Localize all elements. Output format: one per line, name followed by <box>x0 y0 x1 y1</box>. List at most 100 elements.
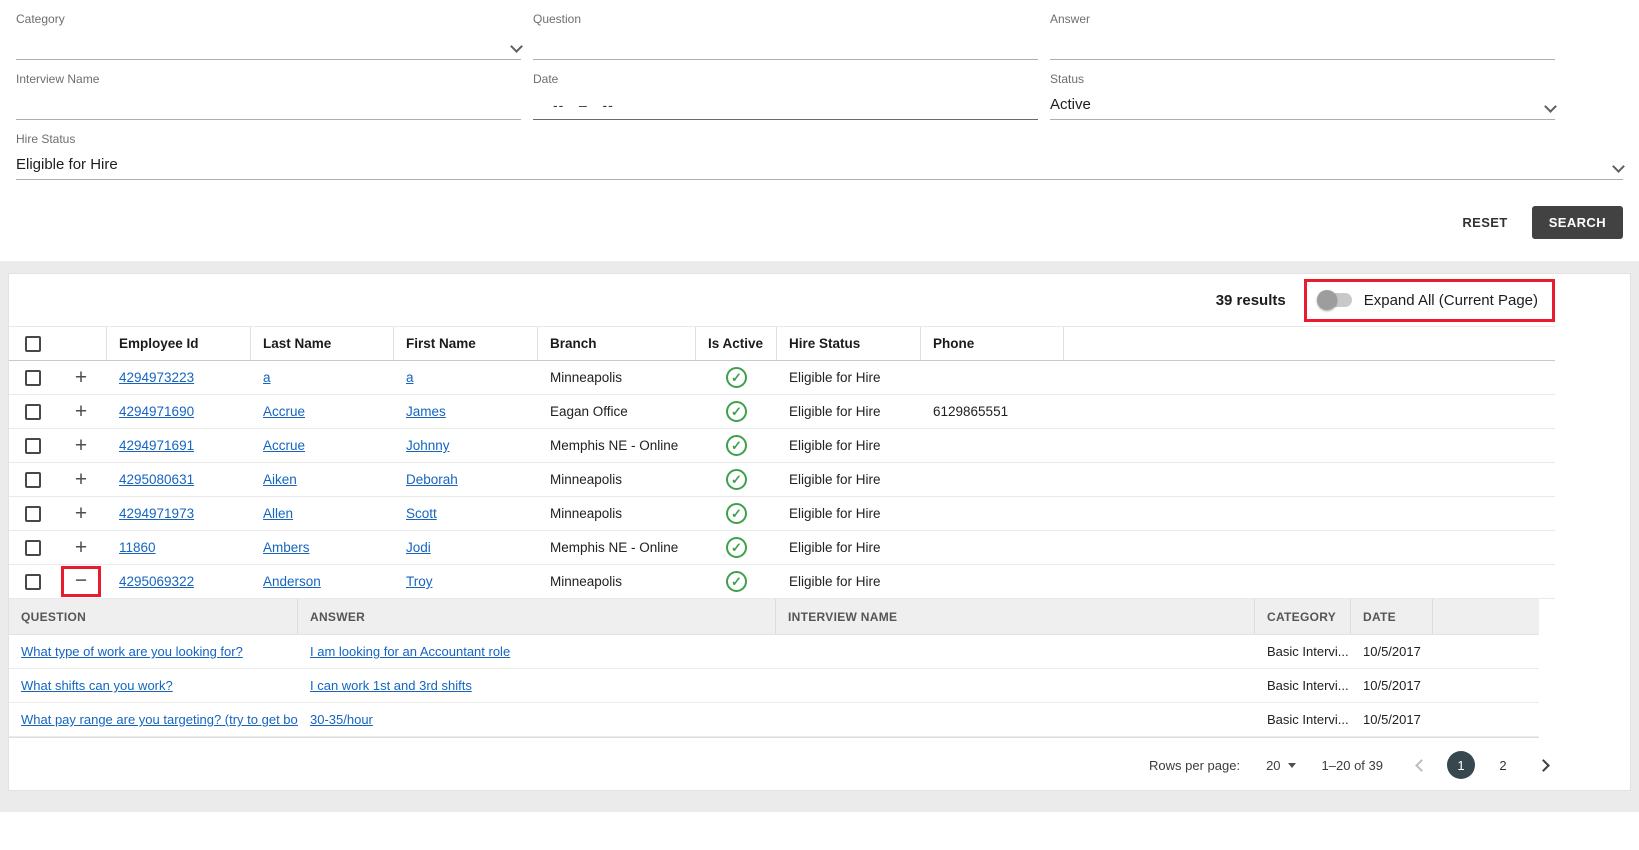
hire-status-field: Hire Status Eligible for Hire <box>16 132 1625 180</box>
employee-id-link[interactable]: 11860 <box>119 540 156 555</box>
table-header-row: Employee Id Last Name First Name Branch … <box>9 326 1555 361</box>
answer-link[interactable]: 30-35/hour <box>310 712 373 727</box>
last-name-link[interactable]: Accrue <box>263 438 305 453</box>
page-2-button[interactable]: 2 <box>1489 751 1517 779</box>
branch-cell: Minneapolis <box>550 506 623 521</box>
first-name-link[interactable]: Scott <box>406 506 437 521</box>
row-checkbox[interactable] <box>25 471 41 488</box>
col-header-first-name: First Name <box>394 327 538 360</box>
last-name-link[interactable]: Accrue <box>263 404 305 419</box>
category-select[interactable] <box>16 28 523 60</box>
interview-name-input[interactable] <box>16 96 521 113</box>
row-checkbox[interactable] <box>25 369 41 386</box>
answer-input[interactable] <box>1050 36 1555 53</box>
employee-id-link[interactable]: 4295069322 <box>119 574 194 589</box>
page-navigation: 1 2 <box>1409 751 1555 779</box>
question-link[interactable]: What shifts can you work? <box>21 678 173 693</box>
branch-cell: Minneapolis <box>550 472 623 487</box>
expand-all-toggle[interactable] <box>1316 290 1352 310</box>
employee-id-link[interactable]: 4294971690 <box>119 404 194 419</box>
results-toolbar: 39 results Expand All (Current Page) <box>9 274 1555 326</box>
first-name-link[interactable]: a <box>406 370 414 385</box>
row-checkbox[interactable] <box>25 437 41 454</box>
first-name-link[interactable]: Troy <box>406 574 433 589</box>
question-link[interactable]: What type of work are you looking for? <box>21 644 243 659</box>
page-range-text: 1–20 of 39 <box>1321 757 1383 773</box>
answer-link[interactable]: I am looking for an Accountant role <box>310 644 510 659</box>
detail-header-row: QUESTION ANSWER INTERVIEW NAME CATEGORY … <box>9 599 1539 635</box>
phone-cell <box>921 497 1064 530</box>
expand-row-button[interactable]: + <box>69 401 93 422</box>
rows-per-page-select[interactable]: 20 <box>1266 757 1296 773</box>
question-input[interactable] <box>533 36 1038 53</box>
branch-cell: Minneapolis <box>550 370 623 385</box>
detail-col-interview-name: INTERVIEW NAME <box>776 599 1255 634</box>
rows-per-page-value: 20 <box>1266 757 1281 773</box>
expand-row-button[interactable]: + <box>69 435 93 456</box>
first-name-link[interactable]: Jodi <box>406 540 431 555</box>
phone-cell <box>921 565 1064 598</box>
expanded-detail-panel: QUESTION ANSWER INTERVIEW NAME CATEGORY … <box>9 599 1539 738</box>
last-name-link[interactable]: Ambers <box>263 540 310 555</box>
row-checkbox[interactable] <box>25 539 41 556</box>
hire-status-value: Eligible for Hire <box>16 156 118 173</box>
question-link[interactable]: What pay range are you targeting? (try t… <box>21 712 298 727</box>
employee-row-expanded: − 4295069322 Anderson Troy Minneapolis ✓… <box>9 565 1555 599</box>
answer-link[interactable]: I can work 1st and 3rd shifts <box>310 678 472 693</box>
page-1-button[interactable]: 1 <box>1447 751 1475 779</box>
hire-status-cell: Eligible for Hire <box>789 506 881 521</box>
chevron-down-icon <box>1544 100 1557 113</box>
row-checkbox[interactable] <box>25 403 41 420</box>
select-all-checkbox[interactable] <box>25 335 41 352</box>
col-header-last-name: Last Name <box>251 327 394 360</box>
expand-row-button[interactable]: + <box>69 469 93 490</box>
employee-id-link[interactable]: 4294973223 <box>119 370 194 385</box>
reset-button[interactable]: RESET <box>1452 207 1517 238</box>
status-label: Status <box>1050 72 1085 86</box>
hire-status-select[interactable]: Eligible for Hire <box>16 148 1625 180</box>
expand-column-header <box>55 327 107 360</box>
expand-row-button[interactable]: + <box>69 367 93 388</box>
employee-id-link[interactable]: 4294971973 <box>119 506 194 521</box>
prev-page-button[interactable] <box>1409 753 1433 777</box>
expand-row-button[interactable]: + <box>69 537 93 558</box>
next-page-button[interactable] <box>1531 753 1555 777</box>
employee-row: + 4294973223 a a Minneapolis ✓ Eligible … <box>9 361 1555 395</box>
status-value: Active <box>1050 96 1091 113</box>
last-name-link[interactable]: Allen <box>263 506 293 521</box>
row-checkbox[interactable] <box>25 573 41 590</box>
last-name-link[interactable]: a <box>263 370 271 385</box>
first-name-link[interactable]: James <box>406 404 446 419</box>
col-header-hire-status: Hire Status <box>777 327 921 360</box>
branch-cell: Memphis NE - Online <box>550 540 679 555</box>
phone-cell: 6129865551 <box>933 404 1009 419</box>
first-name-link[interactable]: Johnny <box>406 438 450 453</box>
page-footer-space <box>0 812 1639 850</box>
collapse-row-button[interactable]: − <box>69 570 93 591</box>
answer-label: Answer <box>1050 12 1091 26</box>
row-checkbox[interactable] <box>25 505 41 522</box>
first-name-link[interactable]: Deborah <box>406 472 458 487</box>
col-header-phone: Phone <box>921 327 1064 360</box>
col-header-employee-id: Employee Id <box>107 327 251 360</box>
chevron-down-icon <box>1612 160 1625 173</box>
detail-col-date: DATE <box>1351 599 1433 634</box>
status-select[interactable]: Active <box>1050 88 1557 120</box>
employee-id-link[interactable]: 4295080631 <box>119 472 194 487</box>
hire-status-cell: Eligible for Hire <box>789 404 881 419</box>
date-input[interactable]: -- – -- <box>533 88 1038 120</box>
status-field: Status Active <box>1050 72 1557 120</box>
hire-status-cell: Eligible for Hire <box>789 438 881 453</box>
active-check-icon: ✓ <box>726 571 747 592</box>
branch-cell: Eagan Office <box>550 404 628 419</box>
question-label: Question <box>533 12 582 26</box>
employee-id-link[interactable]: 4294971691 <box>119 438 194 453</box>
last-name-link[interactable]: Aiken <box>263 472 297 487</box>
expand-row-button[interactable]: + <box>69 503 93 524</box>
phone-cell <box>921 531 1064 564</box>
detail-col-answer: ANSWER <box>298 599 776 634</box>
toggle-knob-icon <box>1316 290 1337 310</box>
search-button[interactable]: SEARCH <box>1531 206 1623 239</box>
last-name-link[interactable]: Anderson <box>263 574 321 589</box>
date-cell: 10/5/2017 <box>1363 712 1421 727</box>
